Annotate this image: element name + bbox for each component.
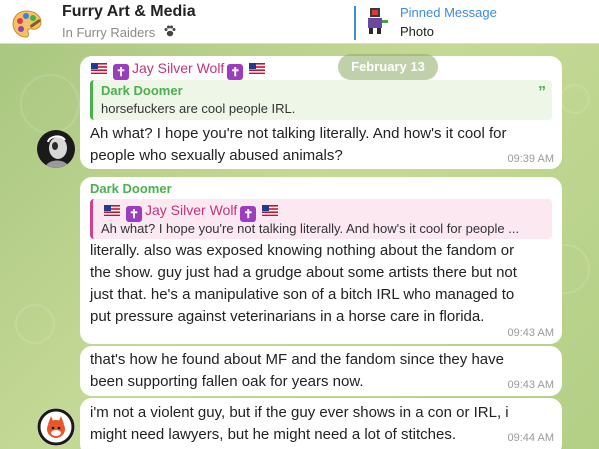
reply-quote[interactable]: Dark Doomer horsefuckers are cool people…: [90, 80, 552, 120]
message-text: the show. guy just had a grudge about so…: [90, 264, 517, 281]
message-time: 09:43 AM: [507, 379, 554, 391]
chat-subtitle: In Furry Raiders: [62, 24, 177, 41]
user-avatar[interactable]: [37, 130, 75, 168]
reply-text: Ah what? I hope you're not talking liter…: [101, 221, 520, 236]
reply-quote[interactable]: ✝ Jay Silver Wolf ✝ Ah what? I hope you're…: [90, 199, 552, 239]
pinned-indicator: [354, 6, 356, 40]
reply-sender: ✝ Jay Silver Wolf ✝: [101, 202, 281, 222]
cross-icon: ✝: [240, 206, 257, 222]
chat-header: Furry Art & Media In Furry Raiders Pinne…: [0, 0, 599, 44]
message-text: i'm not a violent guy, but if the guy ev…: [90, 404, 509, 421]
cross-icon: ✝: [227, 64, 244, 80]
message-time: 09:43 AM: [507, 327, 554, 339]
us-flag-icon: [91, 61, 107, 74]
message-time: 09:44 AM: [507, 432, 554, 444]
message-bubble[interactable]: i'm not a violent guy, but if the guy ev…: [80, 398, 562, 449]
us-flag-icon: [262, 204, 279, 216]
pinned-photo-thumbnail[interactable]: [360, 6, 390, 36]
message-text: that's how he found about MF and the fan…: [90, 351, 504, 368]
message-text: people who sexually abused animals?: [90, 147, 343, 164]
cross-icon: ✝: [126, 206, 142, 222]
reply-text: horsefuckers are cool people IRL.: [101, 101, 296, 116]
message-time: 09:39 AM: [507, 153, 554, 165]
paw-icon: [163, 24, 177, 41]
us-flag-icon: [104, 204, 120, 216]
palette-icon[interactable]: [11, 8, 43, 40]
pinned-message-label[interactable]: Pinned Message: [400, 5, 497, 20]
date-separator: February 13: [338, 54, 438, 80]
message-bubble[interactable]: Dark Doomer ✝ Jay Silver Wolf ✝ Ah what? I…: [80, 177, 562, 344]
user-avatar[interactable]: [37, 408, 75, 446]
reply-sender-name: Jay Silver Wolf: [145, 202, 238, 218]
message-text: put pressure against veterinarians in a …: [90, 308, 485, 325]
chat-title[interactable]: Furry Art & Media: [62, 3, 196, 21]
message-text: just that. he's a manipulative son of a …: [90, 286, 515, 303]
message-bubble[interactable]: ✝ Jay Silver Wolf ✝ Dark Doomer horsefucke…: [80, 56, 562, 169]
sender-name[interactable]: Jay Silver Wolf: [132, 60, 224, 76]
cross-icon: ✝: [113, 64, 129, 80]
reply-sender: Dark Doomer: [101, 83, 183, 98]
message-bubble[interactable]: that's how he found about MF and the fan…: [80, 346, 562, 396]
quote-icon: ”: [538, 84, 546, 101]
message-text: literally. also was exposed knowing noth…: [90, 242, 515, 259]
chat-subtitle-text: In Furry Raiders: [62, 25, 156, 40]
sender-name[interactable]: Dark Doomer: [90, 181, 172, 196]
forwarded-sender: ✝ Jay Silver Wolf ✝: [88, 60, 268, 80]
message-text: might need lawyers, but he might need a …: [90, 426, 457, 443]
pinned-message-text[interactable]: Photo: [400, 24, 434, 39]
message-text: been supporting fallen oak for years now…: [90, 373, 364, 390]
message-text: Ah what? I hope you're not talking liter…: [90, 125, 507, 142]
us-flag-icon: [249, 61, 266, 74]
